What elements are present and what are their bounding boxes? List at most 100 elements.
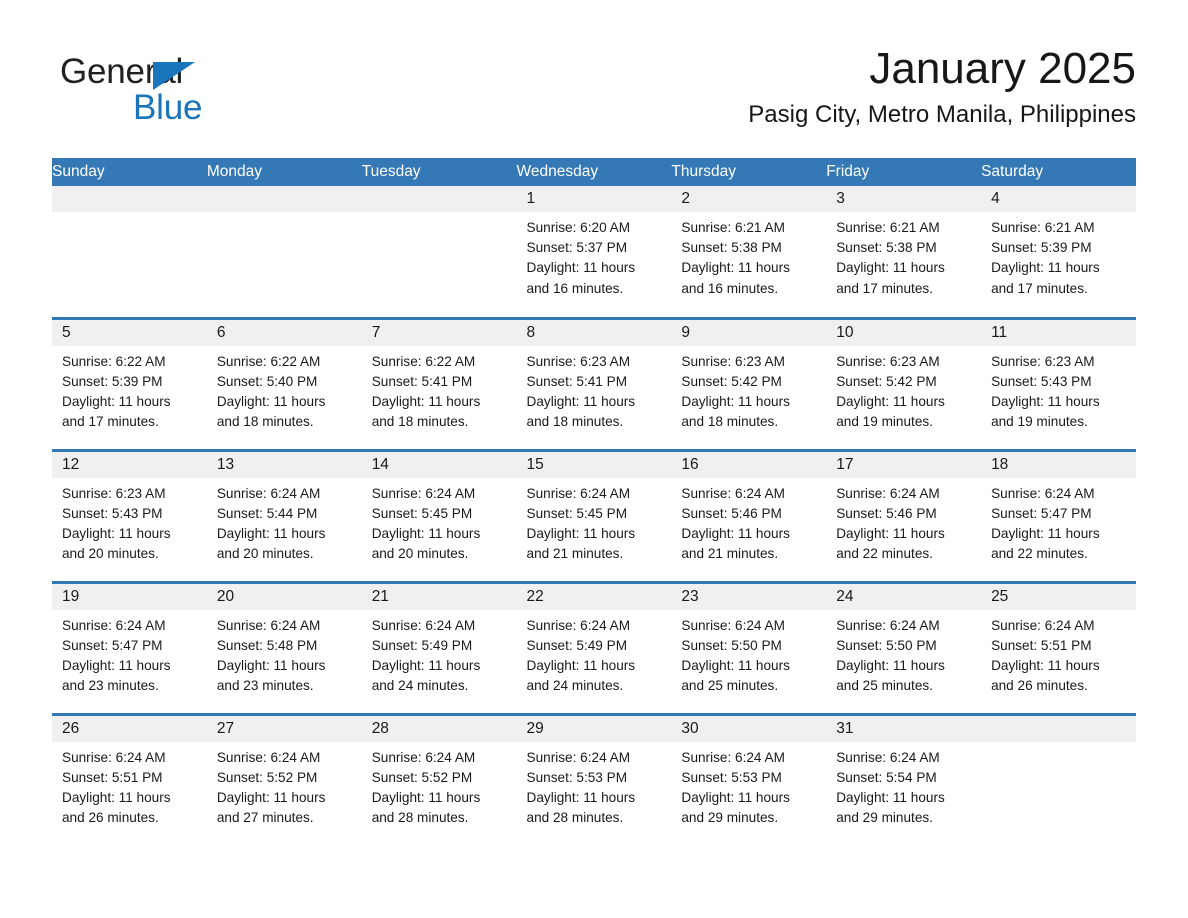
daylight-text-line1: Daylight: 11 hours (526, 393, 636, 409)
sunrise-text: Sunrise: 6:24 AM (216, 617, 321, 633)
sunrise-text: Sunrise: 6:23 AM (526, 353, 631, 369)
daylight-text-line2: and 22 minutes. (836, 546, 933, 562)
daylight-text-line1: Daylight: 11 hours (991, 260, 1100, 276)
day-number: 11 (981, 319, 1136, 346)
day-details: Sunrise: 6:24 AM Sunset: 5:46 PM Dayligh… (826, 478, 981, 565)
day-cell[interactable]: 31 Sunrise: 6:24 AM Sunset: 5:54 PM Dayl… (826, 712, 982, 846)
daylight-text-line1: Daylight: 11 hours (836, 525, 945, 541)
day-cell[interactable]: 22 Sunrise: 6:24 AM Sunset: 5:49 PM Dayl… (516, 580, 672, 714)
sunset-text: Sunset: 5:47 PM (62, 637, 163, 653)
day-cell[interactable]: 5 Sunrise: 6:22 AM Sunset: 5:39 PM Dayli… (52, 316, 207, 450)
day-cell[interactable]: 20 Sunrise: 6:24 AM Sunset: 5:48 PM Dayl… (206, 580, 362, 714)
day-number: 31 (826, 715, 982, 742)
sunset-text: Sunset: 5:46 PM (681, 505, 782, 521)
sunset-text: Sunset: 5:50 PM (836, 637, 937, 653)
day-cell[interactable]: 17 Sunrise: 6:24 AM Sunset: 5:46 PM Dayl… (826, 448, 982, 582)
day-cell[interactable]: 9 Sunrise: 6:23 AM Sunset: 5:42 PM Dayli… (671, 316, 827, 450)
sunrise-text: Sunrise: 6:24 AM (371, 485, 476, 501)
day-cell[interactable]: 30 Sunrise: 6:24 AM Sunset: 5:53 PM Dayl… (671, 712, 827, 846)
day-cell[interactable]: 12 Sunrise: 6:23 AM Sunset: 5:43 PM Dayl… (52, 448, 207, 582)
daylight-text-line2: and 29 minutes. (836, 810, 933, 826)
calendar-page: General Blue January 2025 Pasig City, Me… (0, 0, 1188, 918)
daylight-text-line2: and 22 minutes. (991, 546, 1088, 562)
daylight-text-line2: and 24 minutes. (526, 678, 624, 694)
daylight-text-line1: Daylight: 11 hours (526, 789, 636, 805)
weekday-header-monday: Monday (206, 158, 362, 186)
day-number: 2 (671, 186, 827, 212)
day-cell[interactable]: 24 Sunrise: 6:24 AM Sunset: 5:50 PM Dayl… (826, 580, 982, 714)
daylight-text-line2: and 17 minutes. (836, 280, 933, 296)
sunset-text: Sunset: 5:45 PM (526, 505, 628, 521)
day-cell[interactable]: 23 Sunrise: 6:24 AM Sunset: 5:50 PM Dayl… (671, 580, 827, 714)
day-details: Sunrise: 6:21 AM Sunset: 5:39 PM Dayligh… (981, 212, 1136, 299)
sunrise-text: Sunrise: 6:23 AM (991, 353, 1095, 369)
day-cell[interactable]: 6 Sunrise: 6:22 AM Sunset: 5:40 PM Dayli… (206, 316, 362, 450)
sunrise-text: Sunrise: 6:24 AM (991, 485, 1095, 501)
day-number: 12 (52, 451, 207, 478)
daylight-text-line2: and 20 minutes. (371, 546, 469, 562)
sunset-text: Sunset: 5:42 PM (836, 373, 937, 389)
daylight-text-line1: Daylight: 11 hours (836, 789, 945, 805)
day-cell[interactable] (981, 712, 1136, 846)
day-details: Sunrise: 6:24 AM Sunset: 5:52 PM Dayligh… (207, 742, 362, 829)
sunrise-text: Sunrise: 6:21 AM (836, 220, 940, 235)
day-cell[interactable]: 14 Sunrise: 6:24 AM Sunset: 5:45 PM Dayl… (361, 448, 517, 582)
sunset-text: Sunset: 5:38 PM (681, 240, 782, 256)
day-number (52, 186, 207, 212)
sunrise-text: Sunrise: 6:22 AM (216, 353, 321, 369)
day-cell[interactable]: 13 Sunrise: 6:24 AM Sunset: 5:44 PM Dayl… (206, 448, 362, 582)
day-cell[interactable]: 4 Sunrise: 6:21 AM Sunset: 5:39 PM Dayli… (981, 186, 1136, 318)
day-number: 10 (826, 319, 982, 346)
sunset-text: Sunset: 5:49 PM (371, 637, 473, 653)
sunset-text: Sunset: 5:49 PM (526, 637, 628, 653)
day-cell[interactable] (206, 186, 362, 318)
day-cell[interactable] (52, 186, 207, 318)
day-number: 26 (52, 715, 207, 742)
day-cell[interactable]: 28 Sunrise: 6:24 AM Sunset: 5:52 PM Dayl… (361, 712, 517, 846)
day-cell[interactable]: 21 Sunrise: 6:24 AM Sunset: 5:49 PM Dayl… (361, 580, 517, 714)
sunset-text: Sunset: 5:42 PM (681, 373, 782, 389)
day-cell[interactable] (361, 186, 517, 318)
day-cell[interactable]: 11 Sunrise: 6:23 AM Sunset: 5:43 PM Dayl… (981, 316, 1136, 450)
daylight-text-line2: and 25 minutes. (681, 678, 779, 694)
weekday-header-saturday: Saturday (981, 158, 1136, 186)
day-cell[interactable]: 18 Sunrise: 6:24 AM Sunset: 5:47 PM Dayl… (981, 448, 1136, 582)
sunrise-text: Sunrise: 6:24 AM (836, 617, 940, 633)
sunset-text: Sunset: 5:51 PM (991, 637, 1092, 653)
day-number: 6 (206, 319, 362, 346)
weekday-header-tuesday: Tuesday (361, 158, 517, 186)
day-cell[interactable]: 2 Sunrise: 6:21 AM Sunset: 5:38 PM Dayli… (671, 186, 827, 318)
day-cell[interactable]: 8 Sunrise: 6:23 AM Sunset: 5:41 PM Dayli… (516, 316, 672, 450)
day-cell[interactable]: 1 Sunrise: 6:20 AM Sunset: 5:37 PM Dayli… (516, 186, 672, 318)
day-cell[interactable]: 3 Sunrise: 6:21 AM Sunset: 5:38 PM Dayli… (826, 186, 982, 318)
sunset-text: Sunset: 5:37 PM (526, 240, 628, 256)
day-number: 24 (826, 583, 982, 610)
sunset-text: Sunset: 5:45 PM (371, 505, 473, 521)
calendar-table: Sunday Monday Tuesday Wednesday Thursday… (52, 158, 1136, 846)
daylight-text-line2: and 18 minutes. (371, 414, 469, 430)
daylight-text-line2: and 23 minutes. (216, 678, 314, 694)
sunset-text: Sunset: 5:40 PM (216, 373, 318, 389)
day-number (361, 186, 517, 212)
day-cell[interactable]: 15 Sunrise: 6:24 AM Sunset: 5:45 PM Dayl… (516, 448, 672, 582)
sunset-text: Sunset: 5:43 PM (62, 505, 163, 521)
day-cell[interactable]: 27 Sunrise: 6:24 AM Sunset: 5:52 PM Dayl… (206, 712, 362, 846)
day-details: Sunrise: 6:23 AM Sunset: 5:43 PM Dayligh… (52, 478, 207, 565)
sunrise-text: Sunrise: 6:24 AM (526, 485, 631, 501)
sunset-text: Sunset: 5:53 PM (526, 769, 628, 785)
sunset-text: Sunset: 5:39 PM (991, 240, 1092, 256)
day-cell[interactable]: 7 Sunrise: 6:22 AM Sunset: 5:41 PM Dayli… (361, 316, 517, 450)
daylight-text-line1: Daylight: 11 hours (62, 789, 171, 805)
sunrise-text: Sunrise: 6:24 AM (62, 617, 166, 633)
day-cell[interactable]: 26 Sunrise: 6:24 AM Sunset: 5:51 PM Dayl… (52, 712, 207, 846)
location-subtitle: Pasig City, Metro Manila, Philippines (748, 101, 1136, 128)
day-cell[interactable]: 29 Sunrise: 6:24 AM Sunset: 5:53 PM Dayl… (516, 712, 672, 846)
day-cell[interactable]: 19 Sunrise: 6:24 AM Sunset: 5:47 PM Dayl… (52, 580, 207, 714)
daylight-text-line2: and 26 minutes. (62, 810, 159, 826)
day-number: 23 (671, 583, 827, 610)
day-cell[interactable]: 16 Sunrise: 6:24 AM Sunset: 5:46 PM Dayl… (671, 448, 827, 582)
day-cell[interactable]: 10 Sunrise: 6:23 AM Sunset: 5:42 PM Dayl… (826, 316, 982, 450)
sunset-text: Sunset: 5:38 PM (836, 240, 937, 256)
day-cell[interactable]: 25 Sunrise: 6:24 AM Sunset: 5:51 PM Dayl… (981, 580, 1136, 714)
day-details: Sunrise: 6:22 AM Sunset: 5:40 PM Dayligh… (207, 346, 362, 433)
